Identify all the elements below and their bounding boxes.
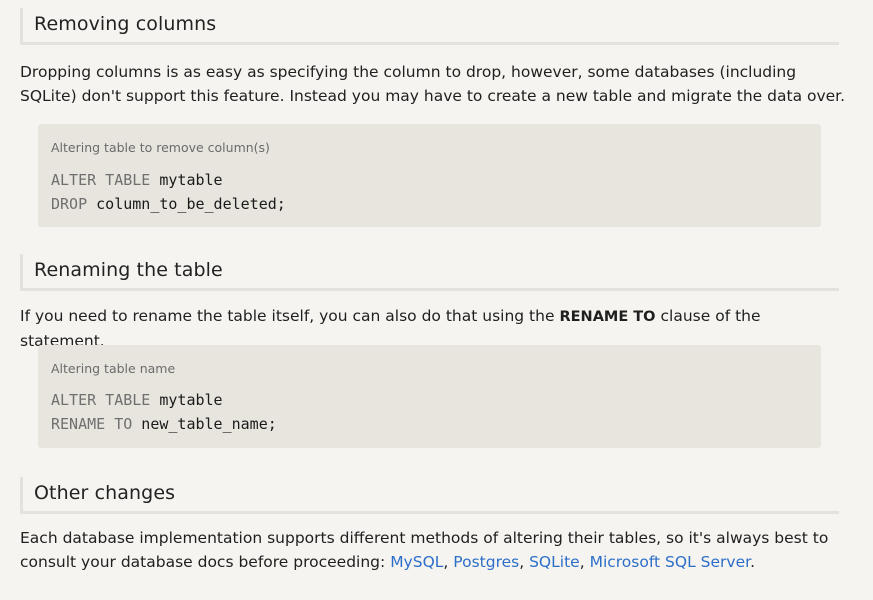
link-sqlite[interactable]: SQLite	[529, 553, 580, 571]
code-keyword: ALTER TABLE	[51, 391, 151, 409]
code-listing: ALTER TABLE mytable RENAME TO new_table_…	[51, 388, 277, 436]
inline-keyword-rename-to: RENAME TO	[559, 309, 656, 325]
separator: ,	[443, 553, 449, 571]
code-text: mytable	[150, 171, 223, 189]
heading-removing-columns: Removing columns	[34, 13, 217, 35]
code-block-rename-table: Altering table name ALTER TABLE mytable …	[38, 345, 821, 448]
section-heading-removing-columns: Removing columns	[20, 8, 839, 45]
paragraph-removing-columns: Dropping columns is as easy as specifyin…	[20, 63, 846, 105]
code-text: column_to_be_deleted;	[87, 195, 286, 213]
link-mysql[interactable]: MySQL	[390, 553, 443, 571]
tutorial-page: Removing columns Dropping columns is as …	[0, 0, 873, 600]
code-keyword: ALTER TABLE	[51, 171, 151, 189]
code-keyword: DROP	[51, 195, 88, 213]
section-heading-other-changes: Other changes	[20, 477, 839, 514]
section-heading-renaming-table: Renaming the table	[20, 254, 839, 291]
paragraph-text: If you need to rename the table itself, …	[20, 307, 555, 325]
code-block-remove-column: Altering table to remove column(s) ALTER…	[38, 124, 821, 227]
code-keyword: RENAME TO	[51, 415, 133, 433]
code-text: mytable	[150, 391, 223, 409]
separator: ,	[519, 553, 525, 571]
separator: ,	[579, 553, 585, 571]
link-microsoft-sql-server[interactable]: Microsoft SQL Server	[590, 553, 750, 571]
link-postgres[interactable]: Postgres	[453, 553, 519, 571]
heading-renaming-table: Renaming the table	[34, 259, 223, 281]
code-caption: Altering table name	[51, 361, 176, 376]
paragraph-other-changes: Each database implementation supports di…	[20, 526, 850, 574]
code-listing: ALTER TABLE mytable DROP column_to_be_de…	[51, 168, 286, 216]
heading-other-changes: Other changes	[34, 482, 176, 504]
period: .	[750, 553, 755, 571]
code-text: new_table_name;	[132, 415, 277, 433]
code-caption: Altering table to remove column(s)	[51, 140, 270, 155]
